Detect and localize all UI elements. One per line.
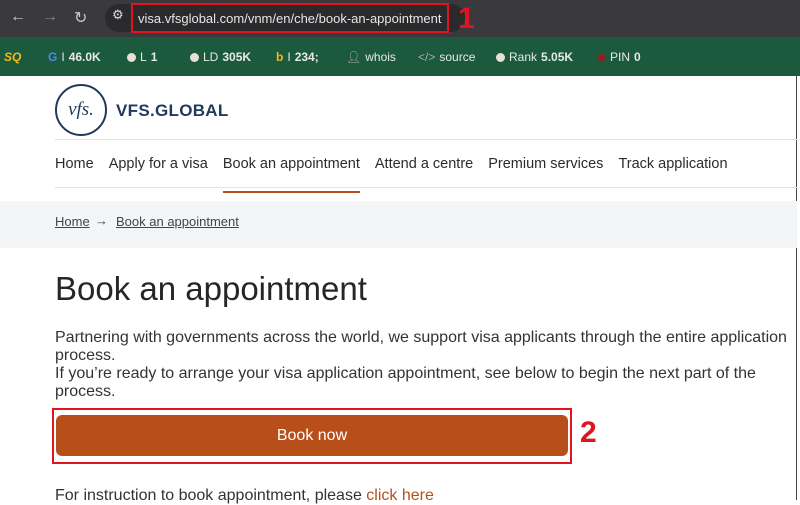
code-icon: </> bbox=[418, 50, 436, 64]
breadcrumb-current[interactable]: Book an appointment bbox=[116, 214, 239, 229]
instruction-text: For instruction to book appointment, ple… bbox=[55, 487, 434, 504]
page-title: Book an appointment bbox=[55, 270, 367, 307]
browser-toolbar: ← → ↻ ⚙ visa.vfsglobal.com/vnm/en/che/bo… bbox=[0, 0, 800, 37]
seo-source[interactable]: </> source bbox=[418, 50, 475, 64]
bing-icon: b bbox=[276, 50, 284, 64]
person-icon: 👤︎ bbox=[346, 50, 362, 64]
annotation-box-1 bbox=[131, 3, 449, 33]
intro-paragraph: Partnering with governments across the w… bbox=[55, 329, 787, 364]
circle-icon bbox=[496, 52, 505, 62]
arrow-right-icon: → bbox=[95, 213, 108, 228]
divider bbox=[55, 139, 797, 140]
seo-whois[interactable]: 👤︎ whois bbox=[346, 50, 396, 64]
click-here-link[interactable]: click here bbox=[366, 487, 434, 504]
site-settings-icon[interactable]: ⚙ bbox=[112, 7, 124, 23]
reload-icon[interactable]: ↻ bbox=[74, 8, 87, 28]
vfs-logo[interactable]: vfs. bbox=[55, 84, 107, 136]
seo-pinterest[interactable]: PIN 0 bbox=[597, 50, 641, 64]
seo-google-index[interactable]: G I 46.0K bbox=[48, 50, 101, 64]
seo-linking-domains[interactable]: LD 305K bbox=[190, 50, 251, 64]
breadcrumb-home[interactable]: Home bbox=[55, 214, 90, 229]
book-now-button[interactable]: Book now bbox=[56, 415, 568, 456]
intro-text: Partnering with governments across the w… bbox=[55, 329, 793, 401]
brand-name[interactable]: VFS.GLOBAL bbox=[116, 101, 229, 121]
seo-bing-index[interactable]: b I 234; bbox=[276, 50, 319, 64]
annotation-number-1: 1 bbox=[458, 2, 475, 35]
divider bbox=[55, 187, 797, 188]
seo-rank[interactable]: Rank 5.05K bbox=[496, 50, 573, 64]
circle-icon bbox=[127, 52, 136, 62]
annotation-number-2: 2 bbox=[580, 416, 597, 449]
breadcrumb: Home → Book an appointment bbox=[0, 201, 797, 248]
seo-links[interactable]: L1 bbox=[127, 50, 157, 64]
pinterest-icon bbox=[597, 52, 606, 62]
seo-toolbar: SQ G I 46.0K L1 LD 305K b I 234; 👤︎ whois </> s… bbox=[0, 37, 800, 76]
forward-icon[interactable]: → bbox=[42, 8, 58, 26]
back-icon[interactable]: ← bbox=[10, 8, 26, 26]
circle-icon bbox=[190, 52, 199, 62]
intro-paragraph-2: If you’re ready to arrange your visa app… bbox=[55, 365, 756, 400]
google-icon: G bbox=[48, 50, 58, 64]
seoquake-logo[interactable]: SQ bbox=[4, 50, 21, 64]
